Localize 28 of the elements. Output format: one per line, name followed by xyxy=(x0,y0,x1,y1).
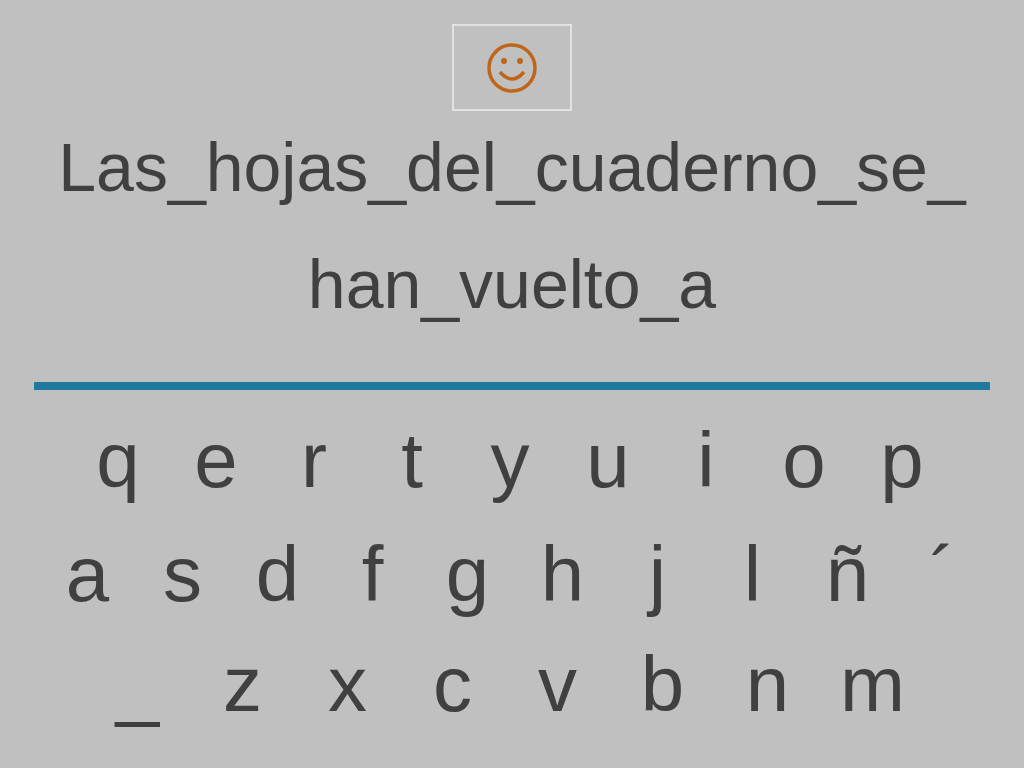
letter-key[interactable]: t xyxy=(363,408,461,512)
letter-key[interactable]: j xyxy=(610,522,705,626)
letter-key[interactable]: e xyxy=(167,408,265,512)
letter-key[interactable]: s xyxy=(135,522,230,626)
letter-key[interactable]: n xyxy=(715,632,820,736)
smiley-icon xyxy=(486,41,538,94)
letter-key[interactable]: z xyxy=(190,632,295,736)
letter-key[interactable]: b xyxy=(610,632,715,736)
letter-key[interactable]: u xyxy=(559,408,657,512)
letter-key[interactable]: ´ xyxy=(895,522,990,626)
letter-key[interactable]: p xyxy=(853,408,951,512)
letter-key[interactable]: ñ xyxy=(800,522,895,626)
letter-key[interactable]: l xyxy=(705,522,800,626)
letter-key[interactable]: o xyxy=(755,408,853,512)
letter-key[interactable]: f xyxy=(325,522,420,626)
letter-key[interactable]: d xyxy=(230,522,325,626)
letter-key[interactable]: r xyxy=(265,408,363,512)
letter-key[interactable]: c xyxy=(400,632,505,736)
letter-key[interactable]: y xyxy=(461,408,559,512)
letter-key[interactable]: x xyxy=(295,632,400,736)
letter-key[interactable]: _ xyxy=(85,632,190,736)
letter-key[interactable]: m xyxy=(820,632,925,736)
letter-key[interactable]: a xyxy=(40,522,135,626)
letter-key[interactable]: i xyxy=(657,408,755,512)
letter-key[interactable]: g xyxy=(420,522,515,626)
letter-key[interactable]: h xyxy=(515,522,610,626)
letter-key[interactable]: q xyxy=(69,408,167,512)
letter-key[interactable]: v xyxy=(505,632,610,736)
